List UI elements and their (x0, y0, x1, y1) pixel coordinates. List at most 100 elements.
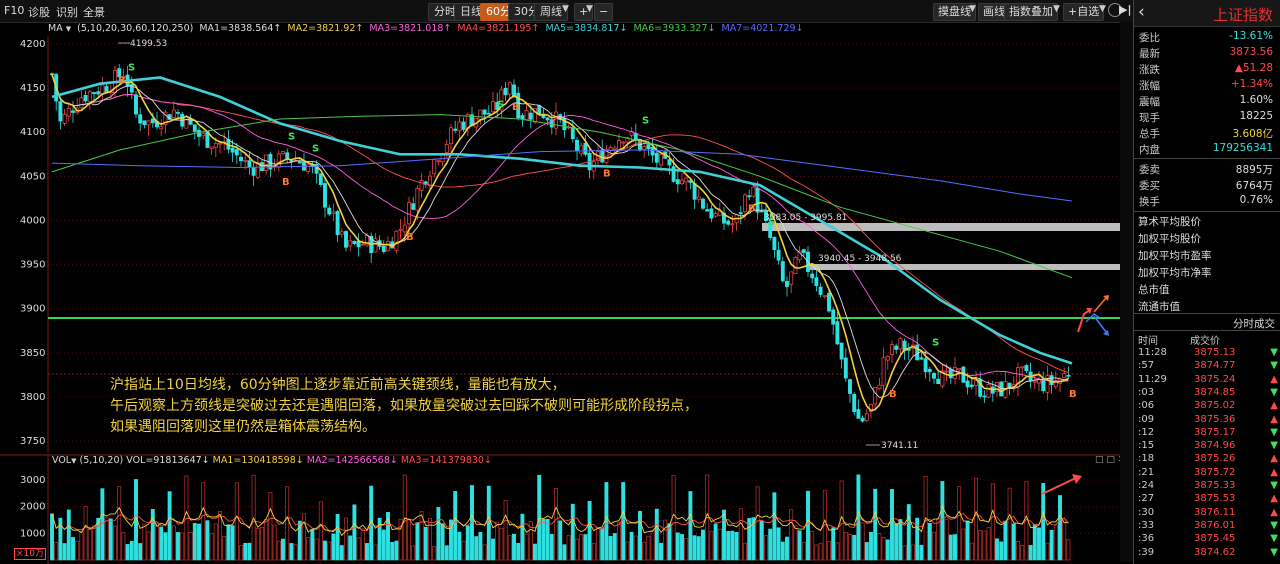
volume-bar (726, 531, 731, 561)
collapse-panel-icon[interactable]: ▶| (1119, 3, 1131, 16)
chart-scrollbar[interactable] (1120, 22, 1133, 562)
candle-body (801, 249, 806, 253)
ma-label[interactable]: MA (48, 23, 63, 34)
volume-bar (646, 535, 651, 561)
diagnose-button[interactable]: 诊股 (28, 4, 50, 20)
candle-body (520, 115, 525, 120)
quote-link[interactable]: 加权平均市净率 (1138, 265, 1212, 280)
volume-bar (222, 535, 227, 561)
candle-body (705, 209, 710, 212)
gap1-label: 3983.05 - 3995.81 (764, 213, 847, 223)
quote-row-value: 1.60% (1239, 94, 1273, 106)
candle-body (957, 368, 962, 371)
volume-bar (877, 533, 882, 561)
volume-bar (617, 522, 621, 561)
chevron-down-icon[interactable]: ▼ (562, 4, 569, 14)
volume-bar (180, 532, 185, 561)
quote-row: 现手 18225 (1137, 109, 1275, 125)
volume-chart[interactable]: 3000 2000 1000 (0, 454, 1133, 564)
breakout-arrows-icon (1077, 295, 1109, 336)
candle-body (213, 143, 218, 148)
candle-body (776, 249, 781, 261)
candle-body (831, 309, 836, 325)
candle-body (1024, 365, 1029, 372)
trade-price: 3875.36 (1194, 413, 1236, 425)
volume-bar (75, 540, 80, 561)
volume-bar (276, 540, 281, 561)
candle-body (327, 207, 332, 215)
candle-body (919, 357, 924, 360)
candle-body (730, 223, 735, 226)
chevron-down-icon[interactable]: ▼ (1099, 4, 1106, 14)
candle-body (575, 139, 579, 151)
identify-button[interactable]: 识别 (56, 4, 78, 20)
volume-bar (524, 533, 529, 561)
volume-bar (814, 544, 819, 561)
price-axis: 4200 4150 4100 4050 4000 3950 3900 3850 3800 3750 (20, 36, 49, 452)
chevron-down-icon[interactable]: ▼ (66, 25, 71, 33)
quote-row: 总手 3.608亿 (1137, 125, 1275, 141)
volume-bar (692, 535, 697, 561)
volume-bar (663, 519, 668, 561)
candle-body (398, 228, 403, 231)
candle-body (1020, 366, 1025, 369)
quote-link[interactable]: 流通市值 (1138, 299, 1180, 314)
quote-link[interactable]: 加权平均股价 (1138, 231, 1201, 246)
volume-bar (66, 509, 71, 561)
quote-row-value: 6764万 (1235, 180, 1273, 192)
trade-direction-icon: ▲ (1270, 373, 1278, 385)
f10-button[interactable]: F10 (4, 4, 24, 17)
candle-body (1041, 379, 1046, 392)
candle-body (713, 213, 718, 217)
candle-body (969, 384, 974, 388)
candle-body (982, 395, 987, 398)
candle-body (171, 109, 176, 119)
volume-bar (554, 488, 558, 561)
candle-body (650, 147, 655, 156)
volume-bar (218, 510, 222, 561)
back-icon[interactable]: ‹ (1138, 2, 1145, 22)
volume-bar (293, 544, 298, 561)
volume-bar (680, 534, 684, 561)
trade-row: :06 3875.02 ▲ (1134, 400, 1280, 413)
candle-body (793, 256, 798, 274)
index-overlay-button[interactable]: 指数叠加 (1004, 3, 1058, 21)
zoom-out-button[interactable]: − (594, 3, 614, 21)
volume-bar (314, 538, 319, 561)
candle-body (352, 241, 357, 244)
volume-bar (239, 545, 243, 561)
candle-body (709, 208, 714, 219)
volume-bar (499, 527, 504, 561)
candle-body (873, 386, 878, 405)
volume-bar (87, 529, 92, 561)
candle-body (848, 379, 852, 394)
trade-price: 3876.11 (1194, 506, 1236, 518)
chevron-down-icon[interactable]: ▼ (1053, 4, 1060, 14)
candle-body (1062, 373, 1067, 379)
chevron-down-icon[interactable]: ▼ (586, 4, 593, 14)
quote-link[interactable]: 加权平均市盈率 (1138, 248, 1212, 263)
volume-bar (71, 537, 75, 561)
trade-price: 3874.62 (1194, 546, 1236, 558)
volume-bar (1058, 495, 1062, 561)
trade-price: 3875.72 (1194, 466, 1236, 478)
volume-bar (856, 474, 861, 561)
overview-button[interactable]: 全景 (83, 4, 105, 20)
quote-link[interactable]: 算术平均股价 (1138, 214, 1201, 229)
trade-direction-icon: ▼ (1270, 519, 1278, 531)
candle-body (87, 91, 92, 103)
candle-body (428, 175, 432, 187)
candle-body (759, 210, 764, 213)
quote-link[interactable]: 总市值 (1138, 282, 1170, 297)
price-tick-label: 3800 (20, 392, 45, 403)
volume-bar (440, 523, 445, 561)
candle-body (146, 120, 151, 126)
volume-tick-label: 1000 (20, 528, 45, 539)
chevron-down-icon[interactable]: ▼ (969, 4, 976, 14)
trade-row: :57 3874.77 ▼ (1134, 360, 1280, 373)
candle-body (642, 146, 647, 150)
volume-bar (906, 504, 911, 561)
candle-body (684, 177, 689, 183)
volume-bar (234, 482, 239, 561)
volume-bar (764, 535, 768, 561)
